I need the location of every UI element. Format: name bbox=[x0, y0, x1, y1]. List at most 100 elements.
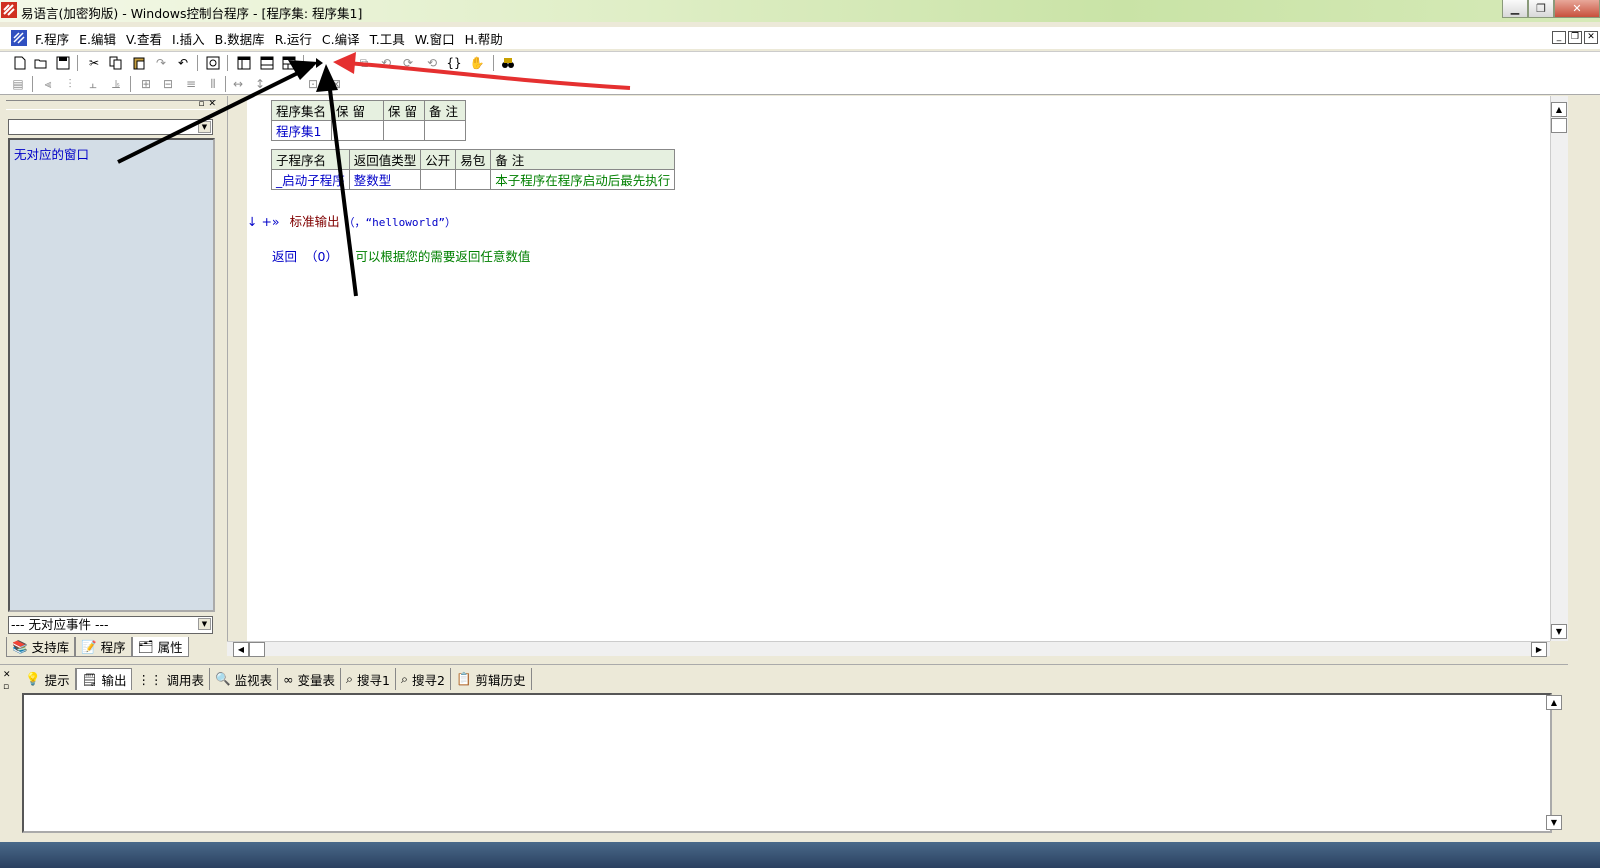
tab-program[interactable]: 📝 程序 bbox=[75, 637, 132, 657]
chevron-down-icon[interactable]: ▼ bbox=[198, 618, 211, 630]
output-text-area[interactable] bbox=[22, 693, 1552, 833]
menu-run[interactable]: R.运行 bbox=[270, 29, 317, 48]
layout-2-icon[interactable] bbox=[259, 55, 275, 71]
tab-call-table[interactable]: ⋮⋮ 调用表 bbox=[132, 668, 210, 690]
code-line-1[interactable]: ↓ +» 标准输出 （，“helloworld”） bbox=[247, 211, 456, 230]
menu-edit[interactable]: E.编辑 bbox=[74, 29, 121, 48]
hand-icon[interactable]: ✋ bbox=[469, 55, 485, 71]
step-out-icon[interactable]: ⟲ bbox=[424, 55, 440, 71]
restore-button[interactable]: ❐ bbox=[1528, 0, 1554, 18]
new-file-icon[interactable] bbox=[12, 55, 28, 71]
same-width-icon[interactable]: ⦀ bbox=[205, 76, 221, 92]
mdi-close-button[interactable]: ✕ bbox=[1584, 31, 1598, 44]
tab-output[interactable]: 🗒 输出 bbox=[75, 668, 133, 690]
table-cell[interactable]: 本子程序在程序启动后最先执行 bbox=[490, 169, 676, 190]
layout-3-icon[interactable] bbox=[281, 55, 297, 71]
scroll-left-icon[interactable]: ◀ bbox=[233, 642, 249, 657]
menu-insert[interactable]: I.插入 bbox=[167, 29, 210, 48]
scroll-right-icon[interactable]: ▶ bbox=[1531, 642, 1547, 657]
same-height-icon[interactable]: ≡ bbox=[183, 76, 199, 92]
align-icon[interactable]: ▤ bbox=[10, 76, 26, 92]
window-list-item[interactable]: 无对应的窗口 bbox=[14, 144, 89, 163]
undo-icon[interactable]: ↶ bbox=[175, 55, 191, 71]
output-vertical-scrollbar[interactable]: ▲ ▼ bbox=[1546, 695, 1562, 831]
app-logo-icon bbox=[1, 2, 17, 18]
event-selector-combo[interactable]: --- 无对应事件 --- ▼ bbox=[8, 616, 213, 634]
grid-icon[interactable]: ⊠ bbox=[328, 76, 344, 92]
menu-tools[interactable]: T.工具 bbox=[365, 29, 410, 48]
code-line-2[interactable]: 返回 （0） ' 可以根据您的需要返回任意数值 bbox=[272, 246, 530, 265]
panel-grip[interactable] bbox=[6, 100, 216, 110]
debug-step-icon[interactable]: ⧉ bbox=[356, 55, 372, 71]
minimize-button[interactable]: ▁ bbox=[1502, 0, 1528, 18]
align-bottom-icon[interactable]: ⫡ bbox=[108, 76, 124, 92]
open-folder-icon[interactable] bbox=[33, 55, 49, 71]
menu-program[interactable]: F.程序 bbox=[30, 29, 74, 48]
tab-properties[interactable]: 🗂 属性 bbox=[131, 637, 189, 657]
align-center-icon[interactable]: ⫶ bbox=[62, 76, 78, 92]
scroll-up-icon[interactable]: ▲ bbox=[1546, 695, 1562, 710]
mdi-restore-button[interactable]: ❐ bbox=[1568, 31, 1582, 44]
tab-support-library[interactable]: 📚 支持库 bbox=[6, 637, 76, 657]
menu-view[interactable]: V.查看 bbox=[121, 29, 167, 48]
table-cell[interactable]: 程序集1 bbox=[271, 120, 332, 141]
binoculars-icon[interactable] bbox=[500, 55, 516, 71]
copy-icon[interactable] bbox=[108, 55, 124, 71]
cut-icon[interactable]: ✂ bbox=[86, 55, 102, 71]
editor-horizontal-scrollbar[interactable]: ◀ ▶ bbox=[227, 641, 1550, 657]
menu-database[interactable]: B.数据库 bbox=[210, 29, 270, 48]
center-h-icon[interactable]: ⊞ bbox=[138, 76, 154, 92]
window-selector-combo[interactable]: ▼ bbox=[8, 119, 213, 135]
mdi-minimize-button[interactable]: _ bbox=[1552, 31, 1566, 44]
scroll-down-icon[interactable]: ▼ bbox=[1551, 624, 1567, 639]
tab-clip-history[interactable]: 📋 剪辑历史 bbox=[451, 668, 532, 690]
chevron-down-icon[interactable]: ▼ bbox=[198, 121, 211, 133]
redo-icon[interactable]: ↷ bbox=[153, 55, 169, 71]
menu-window[interactable]: W.窗口 bbox=[410, 29, 460, 48]
window-list[interactable]: 无对应的窗口 bbox=[8, 138, 215, 612]
menu-help[interactable]: H.帮助 bbox=[460, 29, 508, 48]
table-cell[interactable]: 整数型 bbox=[348, 169, 422, 190]
panel-close-icon[interactable]: ✕ bbox=[208, 99, 216, 109]
braces-icon[interactable]: {} bbox=[446, 55, 462, 71]
output-panel: ✕ ▫ 💡 提示 🗒 输出 ⋮⋮ 调用表 🔍 监视表 ∞ 变量表 ⌕ 搜寻1 ⌕ bbox=[0, 664, 1568, 842]
scroll-thumb[interactable] bbox=[1551, 118, 1567, 133]
space-h-icon[interactable]: ↔ bbox=[230, 76, 246, 92]
size-icon[interactable]: ⊡ bbox=[305, 76, 321, 92]
panel-float-icon[interactable]: ▫ bbox=[198, 99, 204, 109]
tab-variables[interactable]: ∞ 变量表 bbox=[278, 668, 342, 690]
align-top-icon[interactable]: ⫠ bbox=[85, 76, 101, 92]
paste-icon[interactable] bbox=[131, 55, 147, 71]
scroll-thumb[interactable] bbox=[249, 642, 265, 657]
tab-label: 输出 bbox=[101, 673, 127, 688]
tab-hints[interactable]: 💡 提示 bbox=[20, 668, 76, 690]
layout-1-icon[interactable] bbox=[236, 55, 252, 71]
window-title: 易语言(加密狗版) - Windows控制台程序 - [程序集: 程序集1] bbox=[21, 6, 363, 21]
space-v-icon[interactable]: ↕ bbox=[252, 76, 268, 92]
save-icon[interactable] bbox=[55, 55, 71, 71]
editor-vertical-scrollbar[interactable]: ▲ ▼ bbox=[1550, 96, 1568, 641]
table-cell[interactable] bbox=[424, 120, 466, 141]
panel-float-icon[interactable]: ▫ bbox=[3, 681, 11, 693]
run-icon[interactable] bbox=[311, 55, 327, 71]
tab-search-1[interactable]: ⌕ 搜寻1 bbox=[341, 668, 396, 690]
table-cell[interactable]: _启动子程序 bbox=[271, 169, 350, 190]
step-over-icon[interactable]: ⟳ bbox=[400, 55, 416, 71]
table-cell[interactable] bbox=[420, 169, 457, 190]
table-cell[interactable] bbox=[455, 169, 492, 190]
close-button[interactable]: ✕ bbox=[1554, 0, 1600, 18]
center-v-icon[interactable]: ⊟ bbox=[160, 76, 176, 92]
right-strip bbox=[1568, 96, 1600, 868]
table-cell[interactable] bbox=[331, 120, 384, 141]
tab-search-2[interactable]: ⌕ 搜寻2 bbox=[396, 668, 451, 690]
find-icon[interactable] bbox=[205, 55, 221, 71]
scroll-up-icon[interactable]: ▲ bbox=[1551, 102, 1567, 117]
tab-watch[interactable]: 🔍 监视表 bbox=[210, 668, 279, 690]
panel-close-icon[interactable]: ✕ bbox=[3, 669, 11, 681]
scroll-down-icon[interactable]: ▼ bbox=[1546, 815, 1562, 830]
code-editor[interactable]: 程序集名 保 留 保 留 备 注 程序集1 子程序名 返回值类型 公开 易包 备… bbox=[247, 96, 1550, 641]
menu-compile[interactable]: C.编译 bbox=[317, 29, 365, 48]
step-into-icon[interactable]: ⟲ bbox=[378, 55, 394, 71]
align-left-icon[interactable]: ⫷ bbox=[40, 76, 56, 92]
table-cell[interactable] bbox=[383, 120, 425, 141]
